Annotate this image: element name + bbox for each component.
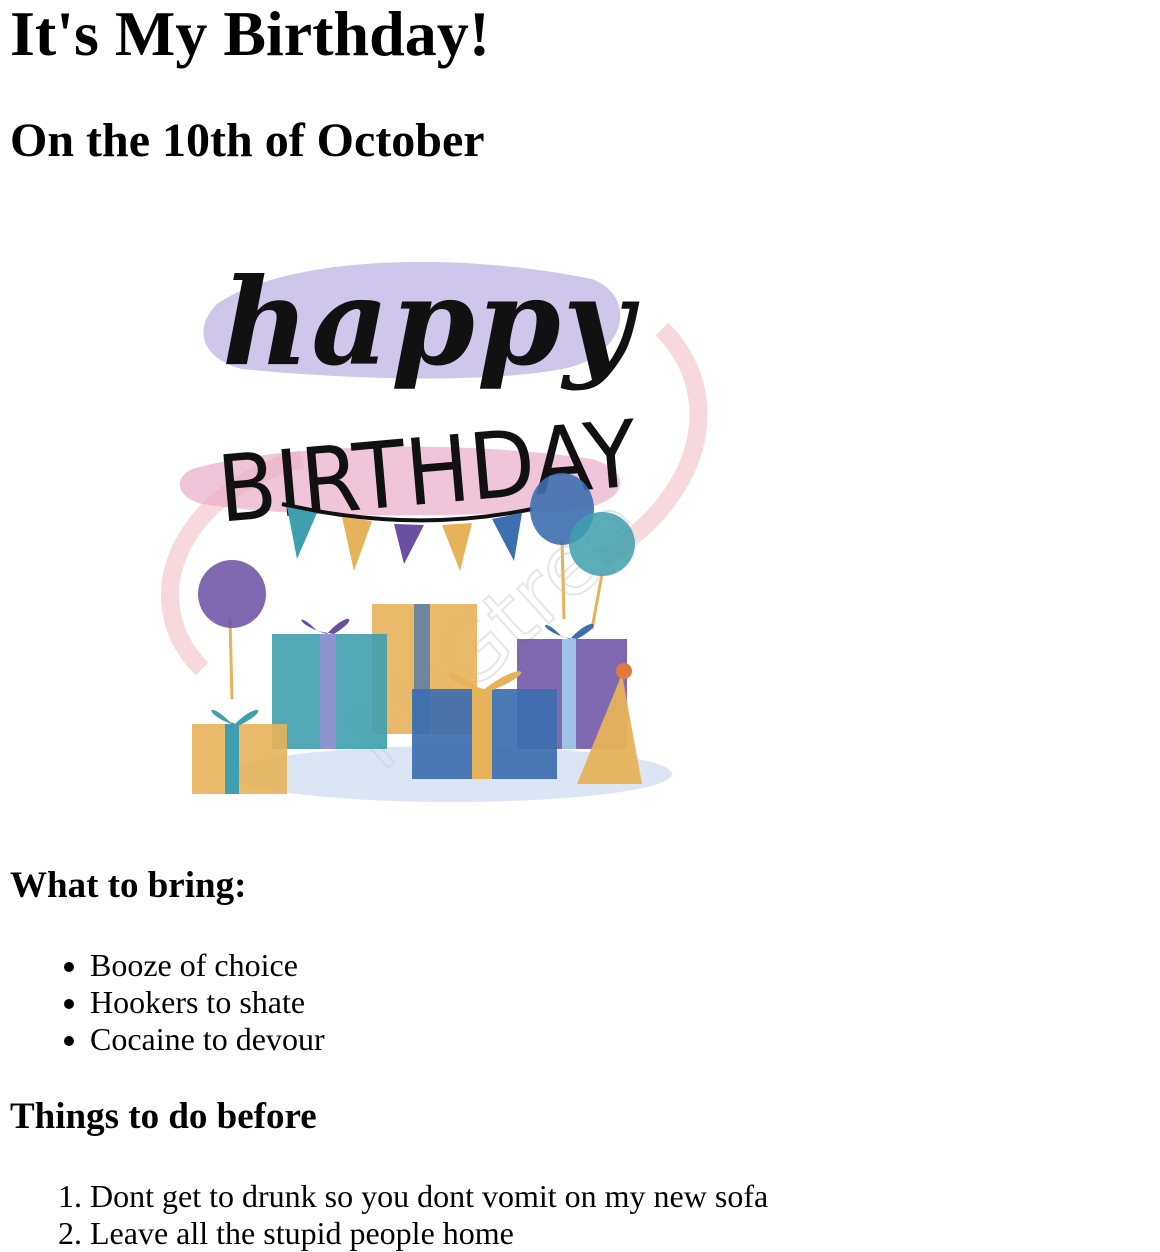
happy-script: happy xyxy=(222,252,640,393)
list-item: Leave all the stupid people home xyxy=(90,1215,1150,1252)
before-heading: Things to do before xyxy=(10,1096,317,1137)
list-item: Booze of choice xyxy=(90,947,1150,984)
before-list: Dont get to drunk so you dont vomit on m… xyxy=(10,1178,1150,1252)
bring-heading: What to bring: xyxy=(10,865,247,906)
page-content: It's My Birthday! On the 10th of October… xyxy=(0,0,1160,1252)
presents xyxy=(192,604,672,802)
bring-list: Booze of choice Hookers to shate Cocaine… xyxy=(10,947,1150,1058)
list-item: Dont get to drunk so you dont vomit on m… xyxy=(90,1178,1150,1215)
page-title: It's My Birthday! xyxy=(10,0,490,69)
list-item: Hookers to shate xyxy=(90,984,1150,1021)
birthday-illustration: PNGtree happy BIRTHDAY xyxy=(161,252,708,802)
page-subtitle: On the 10th of October xyxy=(10,114,485,167)
list-item: Cocaine to devour xyxy=(90,1021,1150,1058)
